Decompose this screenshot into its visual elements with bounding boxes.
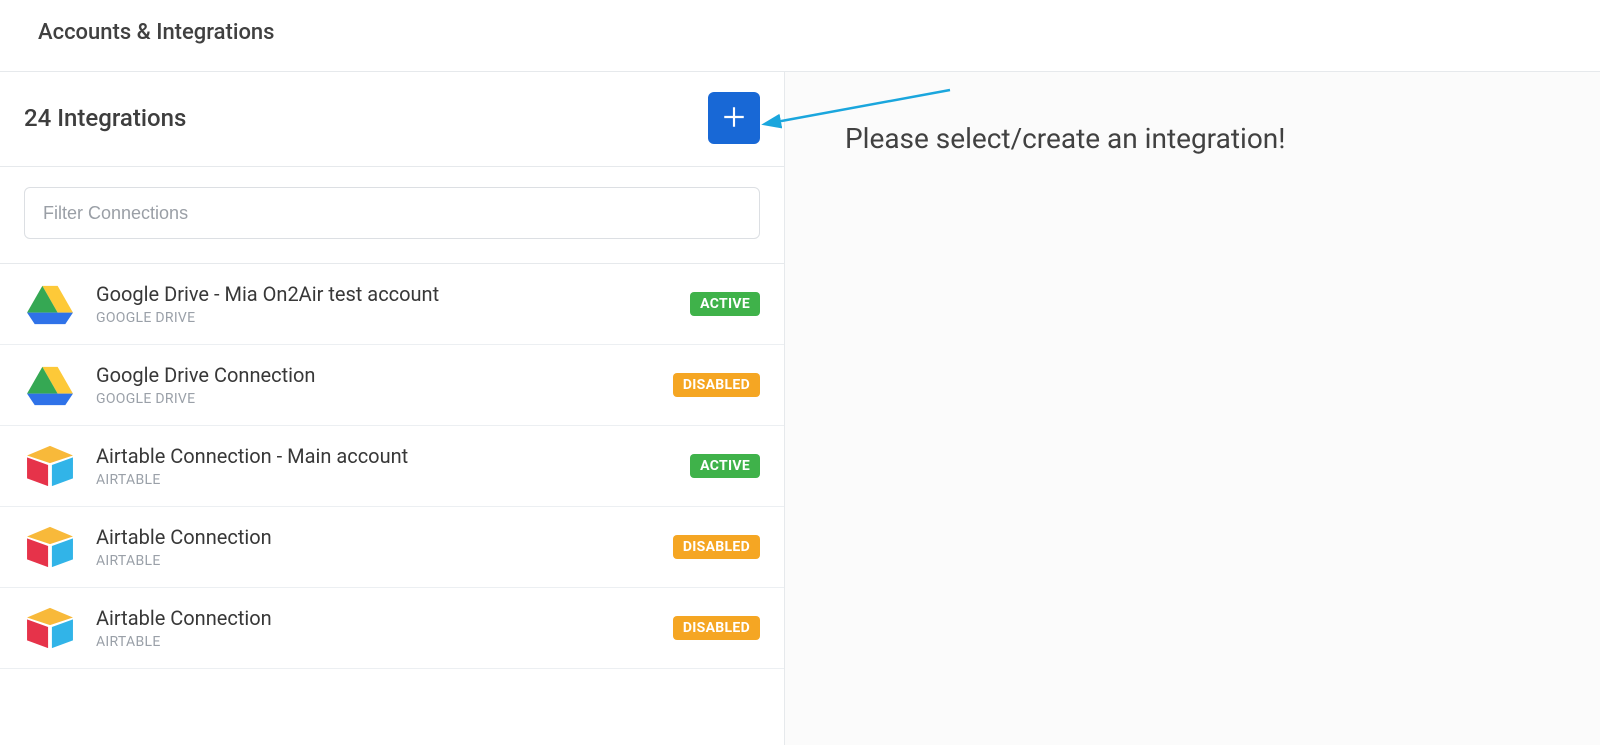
integration-title: Airtable Connection <box>96 606 673 630</box>
integrations-count: 24 Integrations <box>24 104 186 132</box>
integration-provider: AIRTABLE <box>96 553 673 569</box>
airtable-icon <box>24 606 80 650</box>
integration-row[interactable]: Airtable Connection - Main account AIRTAB… <box>0 426 784 507</box>
integration-row[interactable]: Google Drive Connection GOOGLE DRIVEDISAB… <box>0 345 784 426</box>
integration-provider: AIRTABLE <box>96 472 690 488</box>
integration-provider: GOOGLE DRIVE <box>96 391 673 407</box>
status-badge: ACTIVE <box>690 292 760 316</box>
detail-panel: Please select/create an integration! <box>785 72 1600 745</box>
integration-title: Google Drive Connection <box>96 363 673 387</box>
google-drive-icon <box>24 282 80 326</box>
integrations-list[interactable]: Google Drive - Mia On2Air test account GO… <box>0 264 784 745</box>
integration-provider: GOOGLE DRIVE <box>96 310 690 326</box>
airtable-icon <box>24 525 80 569</box>
google-drive-icon <box>24 363 80 407</box>
integration-title: Airtable Connection - Main account <box>96 444 690 468</box>
status-badge: ACTIVE <box>690 454 760 478</box>
integration-title: Airtable Connection <box>96 525 673 549</box>
status-badge: DISABLED <box>673 616 760 640</box>
status-badge: DISABLED <box>673 373 760 397</box>
integration-row[interactable]: Google Drive - Mia On2Air test account GO… <box>0 264 784 345</box>
add-integration-button[interactable] <box>708 92 760 144</box>
status-badge: DISABLED <box>673 535 760 559</box>
plus-icon <box>721 104 747 133</box>
integrations-panel: 24 Integrations Google Drive - Mia On2Ai… <box>0 72 785 745</box>
integration-title: Google Drive - Mia On2Air test account <box>96 282 690 306</box>
integration-row[interactable]: Airtable Connection AIRTABLEDISABLED <box>0 588 784 669</box>
integration-provider: AIRTABLE <box>96 634 673 650</box>
filter-connections-input[interactable] <box>24 187 760 239</box>
page-title: Accounts & Integrations <box>0 0 1600 72</box>
integration-row[interactable]: Airtable Connection AIRTABLEDISABLED <box>0 507 784 588</box>
airtable-icon <box>24 444 80 488</box>
empty-state-prompt: Please select/create an integration! <box>845 122 1540 155</box>
